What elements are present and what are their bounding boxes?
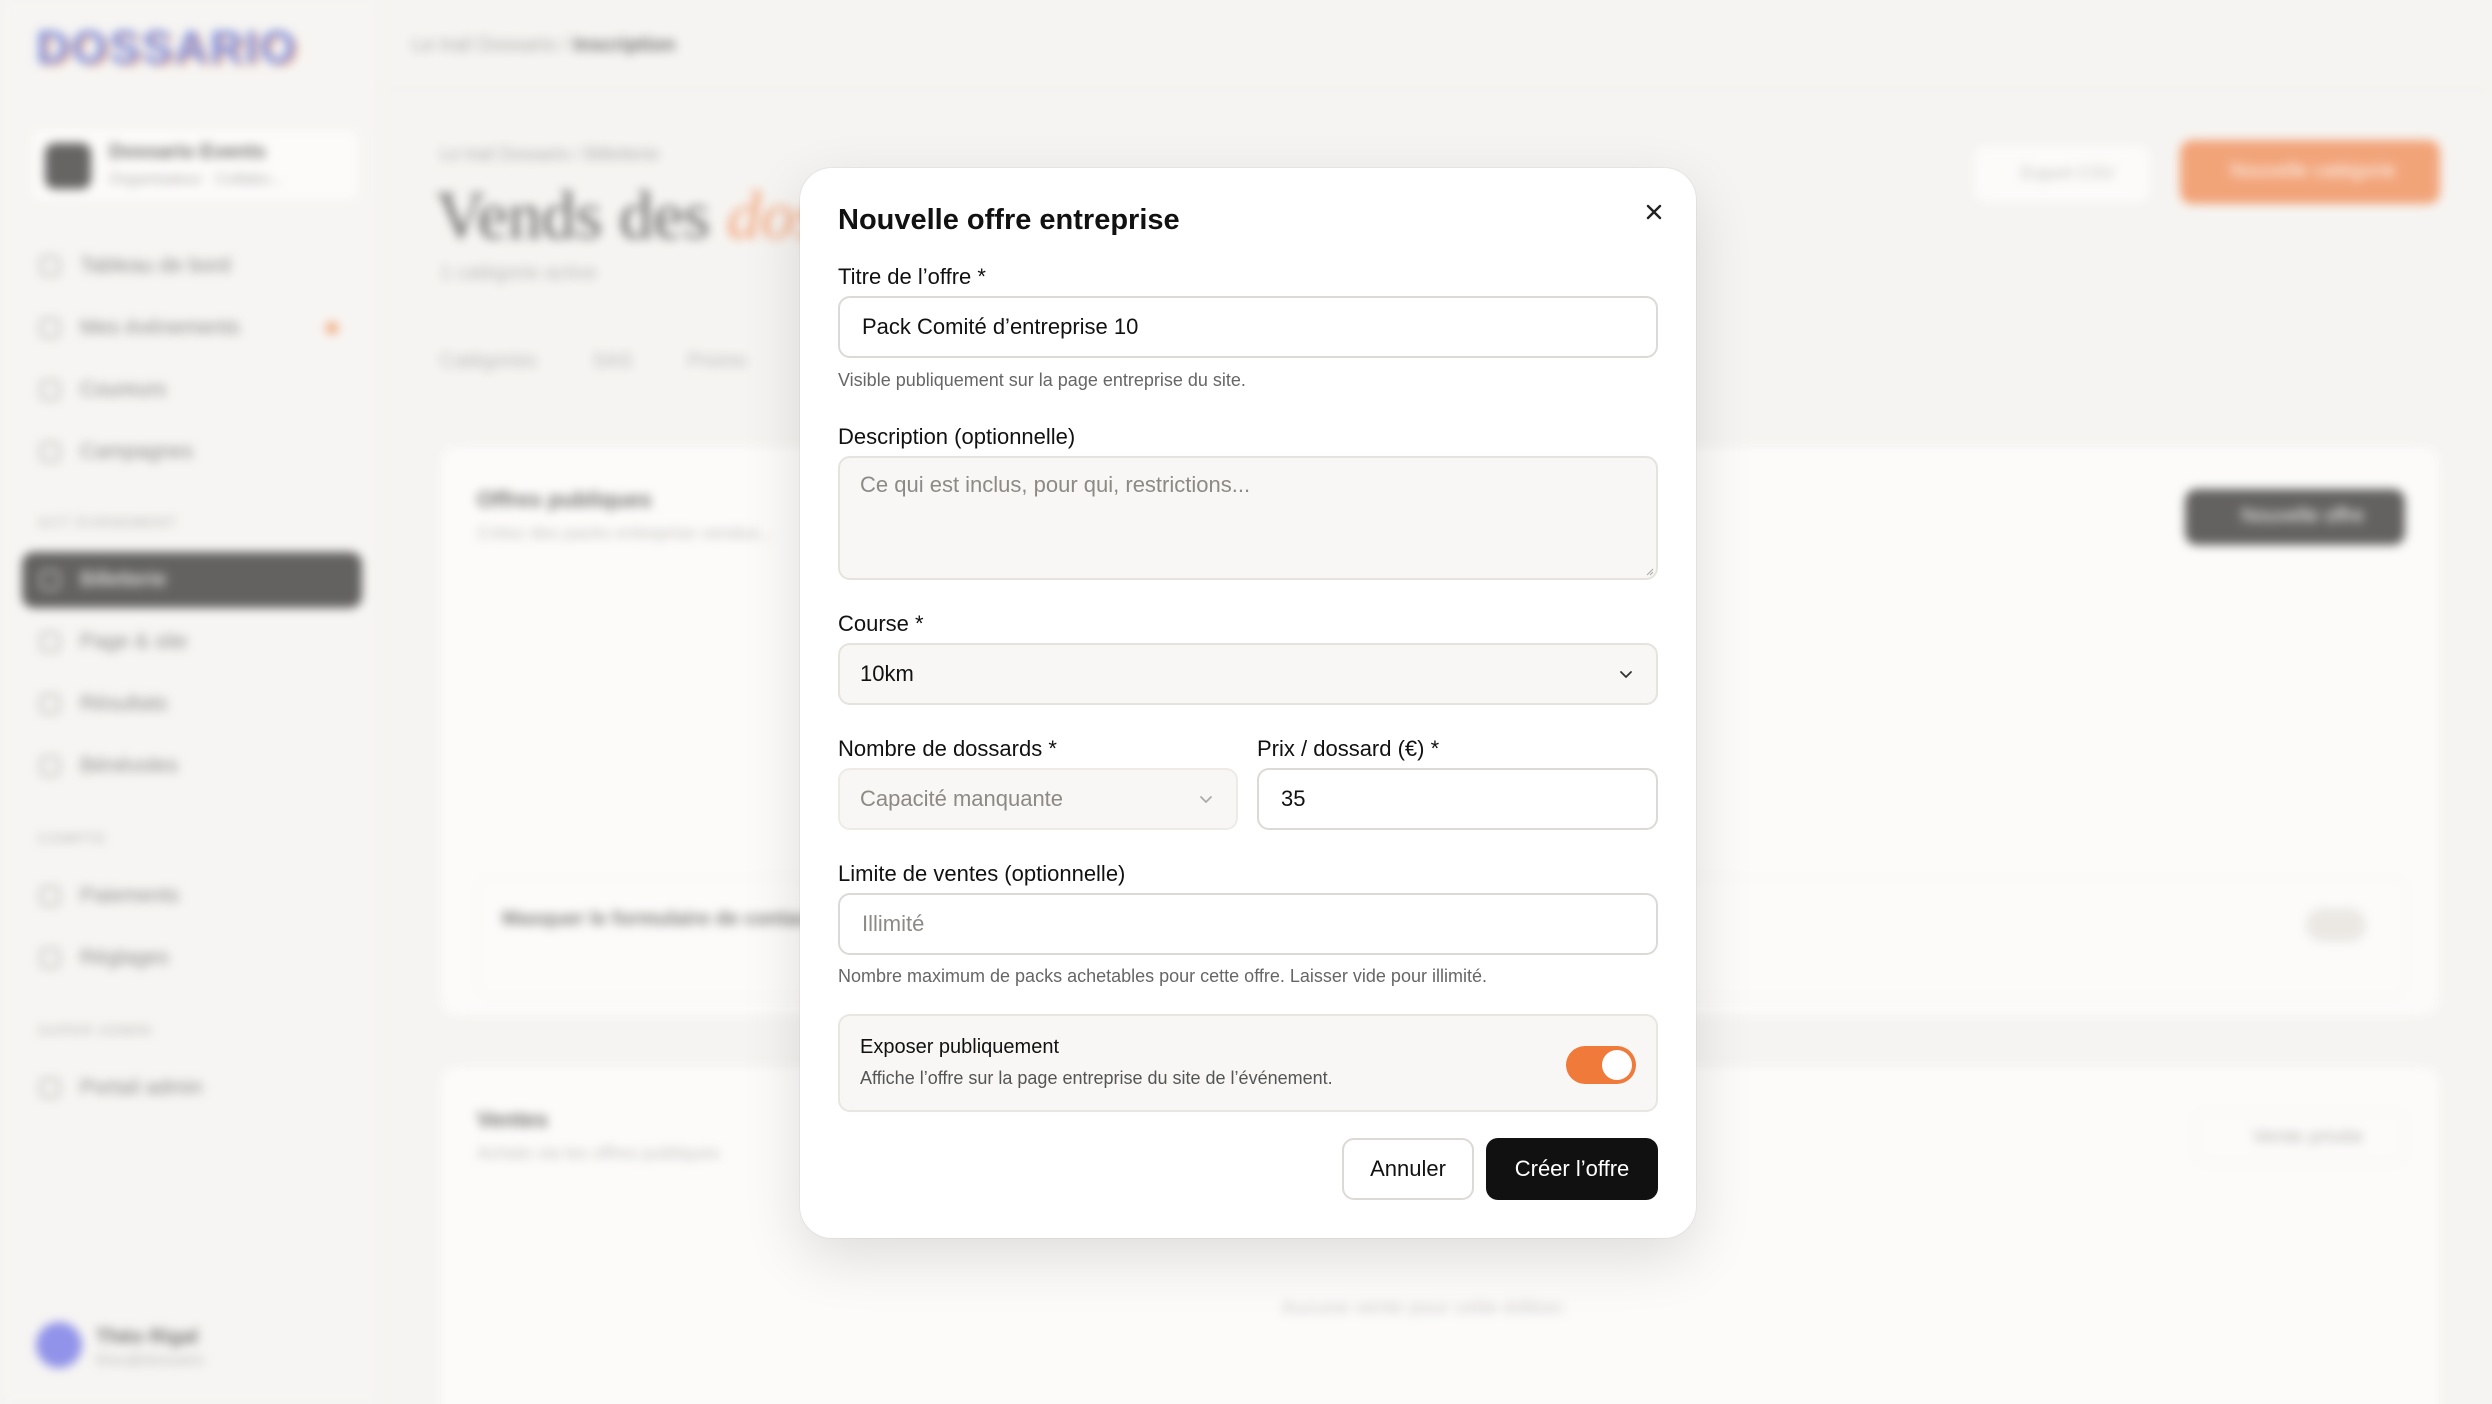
price-input-value: 35 — [1281, 786, 1306, 811]
title-input-value: Pack Comité d’entreprise 10 — [862, 314, 1139, 339]
chevron-down-icon — [1620, 671, 1632, 678]
bibs-select-placeholder: Capacité manquante — [860, 786, 1064, 811]
course-select[interactable]: 10km — [838, 643, 1658, 705]
limit-input[interactable]: Illimité — [838, 893, 1658, 955]
title-input[interactable]: Pack Comité d’entreprise 10 — [838, 296, 1658, 358]
limit-field-hint: Nombre maximum de packs achetables pour … — [838, 966, 1487, 986]
expose-title: Exposer publiquement — [860, 1036, 1060, 1058]
new-offer-dialog: Nouvelle offre entreprise Titre de l’off… — [800, 168, 1696, 1238]
expose-publicly-row: Exposer publiquement Affiche l’offre sur… — [838, 1014, 1658, 1112]
description-placeholder: Ce qui est inclus, pour qui, restriction… — [860, 472, 1251, 497]
limit-field-label: Limite de ventes (optionnelle) — [838, 861, 1126, 886]
toggle-knob — [1602, 1050, 1632, 1080]
price-input[interactable]: 35 — [1257, 768, 1658, 830]
bibs-field-label: Nombre de dossards * — [838, 736, 1057, 761]
expose-description: Affiche l’offre sur la page entreprise d… — [860, 1068, 1333, 1088]
course-select-value: 10km — [860, 661, 914, 686]
expose-publicly-toggle[interactable] — [1566, 1046, 1636, 1084]
course-field-label: Course * — [838, 611, 924, 636]
description-textarea[interactable]: Ce qui est inclus, pour qui, restriction… — [838, 456, 1658, 580]
close-icon[interactable] — [1636, 194, 1672, 230]
title-field-hint: Visible publiquement sur la page entrepr… — [838, 370, 1246, 390]
create-offer-button[interactable]: Créer l’offre — [1486, 1138, 1658, 1200]
dialog-title: Nouvelle offre entreprise — [838, 204, 1180, 236]
price-field-label: Prix / dossard (€) * — [1257, 736, 1440, 761]
resize-handle-icon[interactable] — [1644, 566, 1654, 576]
description-field-label: Description (optionnelle) — [838, 424, 1076, 449]
title-field-label: Titre de l’offre * — [838, 264, 986, 289]
bibs-select[interactable]: Capacité manquante — [838, 768, 1238, 830]
cancel-button[interactable]: Annuler — [1342, 1138, 1474, 1200]
chevron-down-icon — [1200, 796, 1212, 803]
limit-input-placeholder: Illimité — [862, 911, 925, 936]
